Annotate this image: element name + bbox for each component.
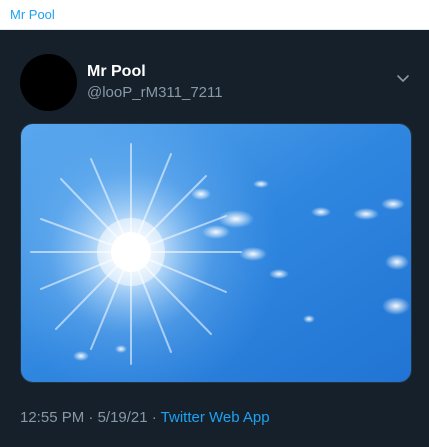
meta-separator-2: · bbox=[147, 409, 161, 426]
author-info: Mr Pool @looP_rM311_7211 bbox=[87, 62, 223, 103]
tweet-date[interactable]: 5/19/21 bbox=[98, 409, 148, 426]
user-handle[interactable]: @looP_rM311_7211 bbox=[87, 83, 223, 103]
sky-sun-photo bbox=[21, 124, 411, 382]
tweet-time[interactable]: 12:55 PM bbox=[20, 409, 84, 426]
window-title: Mr Pool bbox=[10, 7, 55, 22]
tweet-source-link[interactable]: Twitter Web App bbox=[161, 409, 270, 426]
avatar[interactable] bbox=[20, 54, 77, 111]
tweet-card: Mr Pool @looP_rM311_7211 12:55 PM · 5/19… bbox=[0, 30, 429, 426]
tweet-image[interactable] bbox=[20, 123, 412, 383]
chevron-down-icon[interactable] bbox=[395, 70, 411, 86]
meta-separator: · bbox=[84, 409, 98, 426]
tweet-header: Mr Pool @looP_rM311_7211 bbox=[20, 54, 409, 111]
window-titlebar: Mr Pool bbox=[0, 0, 429, 30]
display-name[interactable]: Mr Pool bbox=[87, 62, 223, 82]
tweet-metadata: 12:55 PM · 5/19/21 · Twitter Web App bbox=[20, 409, 409, 426]
